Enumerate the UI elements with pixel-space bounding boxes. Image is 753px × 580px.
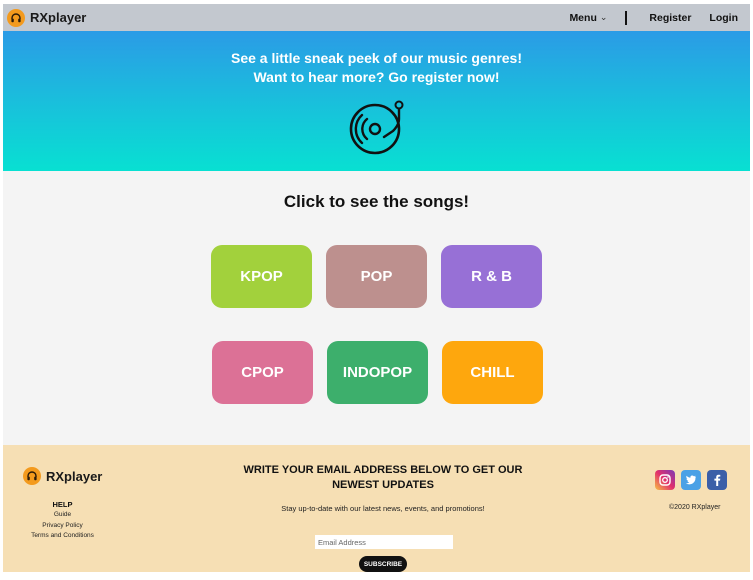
headphones-icon	[23, 467, 41, 485]
hero-line-1: See a little sneak peek of our music gen…	[231, 50, 522, 66]
copyright-text: ©2020 RXplayer	[669, 504, 721, 511]
genre-chill-button[interactable]: CHILL	[442, 341, 543, 404]
genre-label: INDOPOP	[342, 364, 413, 381]
instagram-icon[interactable]	[655, 470, 675, 490]
login-link[interactable]: Login	[709, 12, 738, 24]
headphones-icon	[7, 8, 25, 27]
genre-label: KPOP	[240, 268, 283, 285]
section-title: Click to see the songs!	[283, 192, 470, 211]
email-field[interactable]	[315, 535, 453, 549]
genre-indopop-button[interactable]: INDOPOP	[327, 341, 428, 404]
genre-cpop-button[interactable]: CPOP	[212, 341, 313, 404]
twitter-icon[interactable]	[681, 470, 701, 490]
nav-links: Menu ⌄ Register Login	[569, 4, 738, 31]
brand-name: RXplayer	[30, 10, 87, 25]
genre-label: CPOP	[241, 364, 284, 381]
genre-pop-button[interactable]: POP	[326, 245, 427, 308]
genre-kpop-button[interactable]: KPOP	[211, 245, 312, 308]
footer: RXplayer HELP Guide Privacy Policy Terms…	[3, 445, 750, 572]
help-links: HELP Guide Privacy Policy Terms and Cond…	[15, 499, 110, 542]
menu-dropdown[interactable]: Menu ⌄	[569, 12, 607, 24]
social-links	[655, 470, 733, 490]
brand-logo-link[interactable]: RXplayer	[7, 8, 87, 27]
genre-rnb-button[interactable]: R & B	[441, 245, 542, 308]
footer-brand[interactable]: RXplayer	[23, 467, 102, 485]
top-navbar: RXplayer Menu ⌄ Register Login	[3, 4, 750, 31]
guide-link[interactable]: Guide	[15, 510, 110, 521]
menu-label: Menu	[569, 11, 597, 24]
help-title: HELP	[52, 500, 73, 509]
newsletter-heading: WRITE YOUR EMAIL ADDRESS BELOW TO GET OU…	[243, 464, 523, 491]
genre-section: Click to see the songs! KPOP POP R & B C…	[3, 171, 750, 445]
footer-brand-name: RXplayer	[46, 468, 103, 484]
chevron-down-icon: ⌄	[599, 12, 608, 22]
hero-line-2: Want to hear more? Go register now!	[253, 69, 500, 85]
genre-label: R & B	[471, 268, 512, 285]
register-link[interactable]: Register	[649, 12, 691, 24]
privacy-policy-link[interactable]: Privacy Policy	[15, 521, 110, 532]
turntable-icon	[349, 100, 404, 155]
nav-divider	[625, 10, 628, 25]
newsletter: WRITE YOUR EMAIL ADDRESS BELOW TO GET OU…	[243, 463, 523, 572]
newsletter-subtext: Stay up-to-date with our latest news, ev…	[281, 504, 485, 513]
subscribe-button[interactable]: SUBSCRIBE	[359, 556, 407, 572]
terms-link[interactable]: Terms and Conditions	[15, 531, 110, 542]
genre-label: CHILL	[470, 364, 515, 381]
hero-banner: See a little sneak peek of our music gen…	[3, 31, 750, 171]
genre-label: POP	[360, 268, 393, 285]
facebook-icon[interactable]	[707, 470, 727, 490]
